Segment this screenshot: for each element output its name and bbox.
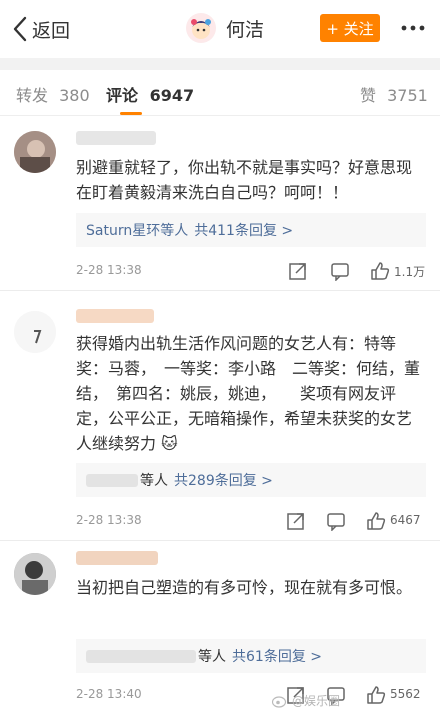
reply-user-blurred [86, 649, 196, 663]
comment-item: 别避重就轻了，你出轨不就是事实吗？好意思现在盯着黄毅清来洗白自己吗？呵呵！！ S… [0, 117, 440, 291]
comment-footer: 2-28 13:38 6467 [76, 511, 426, 531]
comment-text: 当初把自己塑造的有多可怜，现在就有多可恨。 [76, 578, 413, 597]
active-tab-indicator [120, 112, 142, 115]
user-name-blurred[interactable] [76, 309, 154, 323]
reply-users[interactable]: 等人 [140, 470, 168, 490]
comment-footer: 2-28 13:38 1.1万 [76, 261, 426, 281]
view-replies-link[interactable]: 共289条回复 > [174, 470, 273, 490]
like-count: 1.1万 [394, 265, 426, 279]
reply-preview[interactable]: Saturn星环等人 共411条回复 > [76, 213, 426, 247]
comment-text: 别避重就轻了，你出轨不就是事实吗？好意思现在盯着黄毅清来洗白自己吗？呵呵！！ [76, 158, 413, 202]
thumbs-up-icon[interactable] [366, 511, 386, 531]
chevron-left-icon [13, 16, 27, 42]
comment-text: 获得婚内出轨生活作风问题的女艺人有：特等奖：马蓉， 一等奖：李小路 二等奖：何结… [76, 334, 421, 453]
tab-comments[interactable]: 评论 6947 [106, 82, 194, 106]
profile-title[interactable]: 何洁 [186, 13, 264, 43]
reply-users[interactable]: 等人 [198, 646, 226, 666]
comment-item: 当初把自己塑造的有多可怜，现在就有多可恨。 等人 共61条回复 > 2-28 1… [0, 541, 440, 716]
thumbs-up-icon[interactable] [366, 685, 386, 705]
comment-item: 获得婚内出轨生活作风问题的女艺人有：特等奖：马蓉， 一等奖：李小路 二等奖：何结… [0, 291, 440, 541]
cat-emoji: 🐱 [161, 434, 178, 453]
avatar[interactable] [14, 311, 56, 353]
thumbs-up-icon[interactable] [370, 261, 390, 281]
nav-bar: 返回 何洁 + 关注 [0, 0, 440, 58]
view-replies-link[interactable]: 共411条回复 > [194, 220, 293, 240]
follow-button[interactable]: + 关注 [320, 14, 380, 42]
weibo-logo-icon [272, 695, 287, 708]
share-icon[interactable] [286, 511, 306, 531]
user-name-blurred[interactable] [76, 551, 158, 565]
comment-icon[interactable] [330, 261, 350, 281]
reply-users[interactable]: Saturn星环等人 [86, 220, 188, 240]
reply-preview[interactable]: 等人 共61条回复 > [76, 639, 426, 673]
tab-bar: 转发 380 评论 6947 赞 3751 [0, 70, 440, 116]
comment-time: 2-28 13:38 [76, 263, 142, 277]
view-replies-link[interactable]: 共61条回复 > [232, 646, 322, 666]
reply-preview[interactable]: 等人 共289条回复 > [76, 463, 426, 497]
back-label: 返回 [32, 19, 71, 42]
avatar[interactable] [14, 553, 56, 595]
avatar[interactable] [14, 131, 56, 173]
like-count: 6467 [390, 513, 421, 527]
user-name-blurred[interactable] [76, 131, 156, 145]
more-icon[interactable] [398, 14, 428, 42]
tab-likes[interactable]: 赞 3751 [360, 82, 428, 106]
comment-footer: 2-28 13:40 5562 [76, 685, 426, 705]
comment-time: 2-28 13:38 [76, 513, 142, 527]
reply-user-blurred [86, 473, 138, 487]
comment-time: 2-28 13:40 [76, 687, 142, 701]
watermark: @娱乐圈 [272, 692, 340, 709]
page-title: 何洁 [226, 18, 265, 41]
section-divider [0, 58, 440, 70]
comment-icon[interactable] [326, 511, 346, 531]
tab-reposts[interactable]: 转发 380 [16, 82, 90, 106]
like-count: 5562 [390, 687, 421, 701]
share-icon[interactable] [288, 261, 308, 281]
back-button[interactable]: 返回 [12, 14, 70, 44]
avatar [186, 13, 216, 43]
